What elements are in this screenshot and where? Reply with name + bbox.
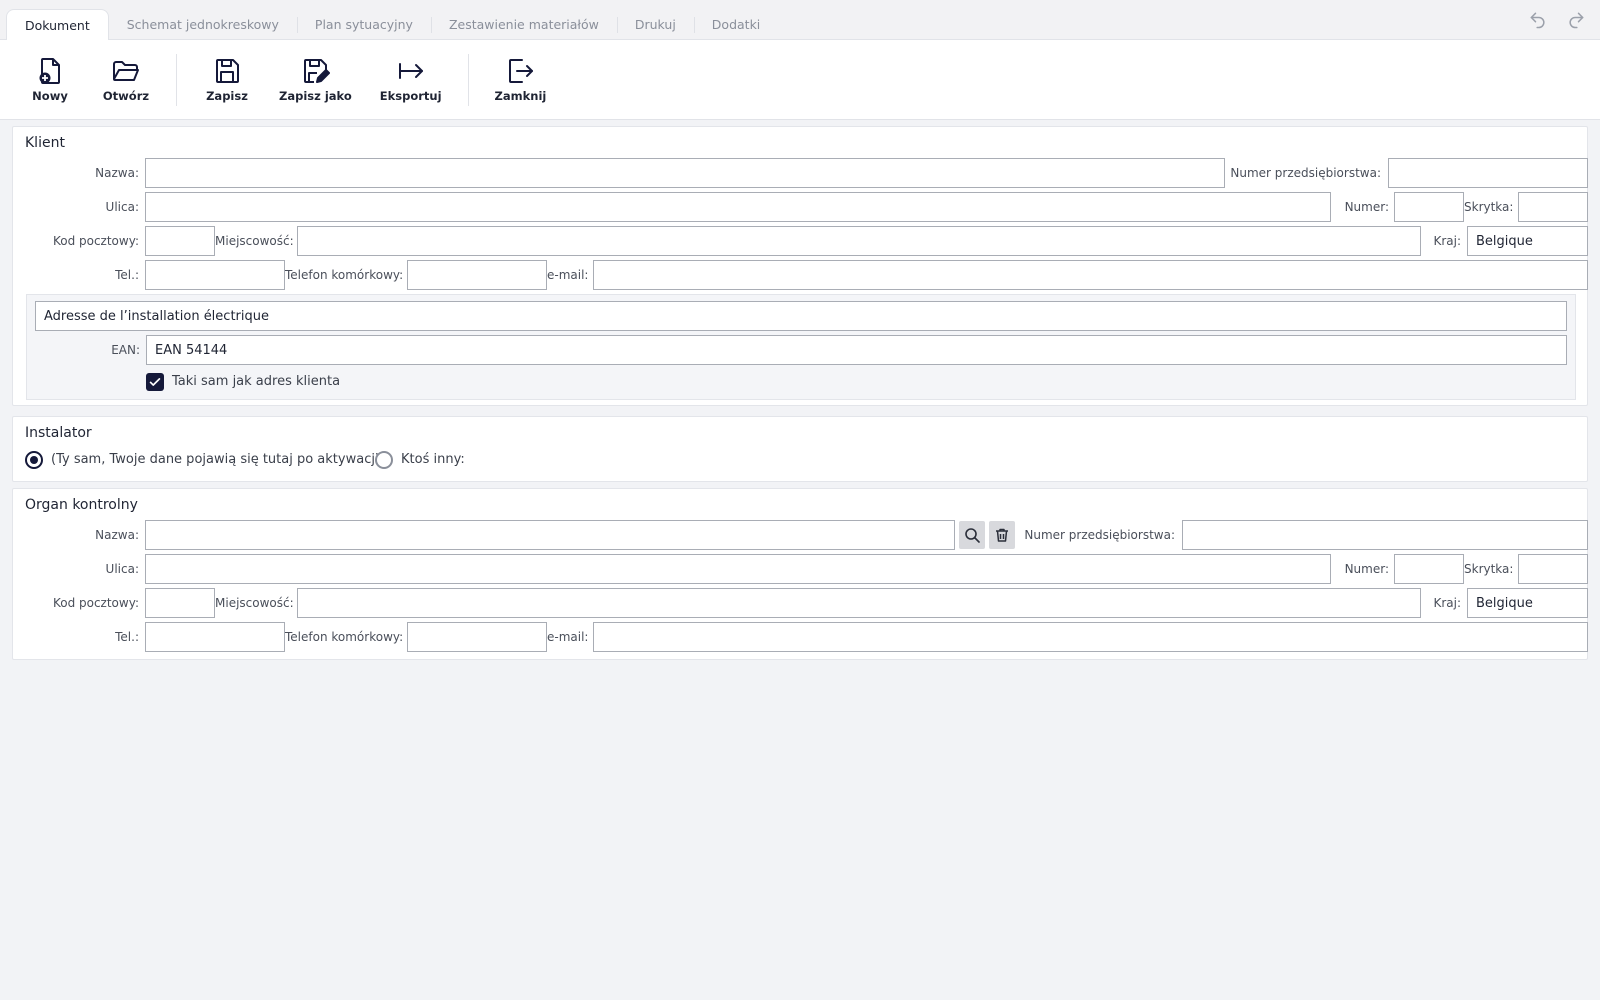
- toolbar-divider: [176, 53, 177, 106]
- toolbar: Nowy Otwórz Zapisz Zapisz jako Eksportuj…: [0, 40, 1600, 120]
- client-company-number-input[interactable]: [1388, 158, 1588, 188]
- export-button[interactable]: Eksportuj: [372, 48, 450, 112]
- tab-schemat-jednokreskowy[interactable]: Schemat jednokreskowy: [109, 9, 297, 39]
- organ-postal-label: Kod pocztowy:: [52, 596, 139, 610]
- organ-city-input[interactable]: [297, 588, 1421, 618]
- client-city-label: Miejscowość:: [215, 234, 294, 248]
- organ-country-label: Kraj:: [1433, 596, 1461, 610]
- exit-icon: [509, 59, 534, 83]
- client-name-input[interactable]: [145, 158, 1225, 188]
- trash-icon: [996, 528, 1008, 542]
- close-button-label: Zamknij: [494, 89, 547, 103]
- installer-self-label[interactable]: (Ty sam, Twoje dane pojawią się tutaj po…: [51, 451, 384, 469]
- client-street-input[interactable]: [145, 192, 1331, 222]
- installer-section-title: Instalator: [25, 425, 92, 441]
- client-postal-label: Kod pocztowy:: [52, 234, 139, 248]
- client-country-label: Kraj:: [1433, 234, 1461, 248]
- client-country-input[interactable]: [1467, 226, 1588, 256]
- save-button[interactable]: Zapisz: [195, 48, 259, 112]
- undo-icon[interactable]: [1528, 10, 1548, 34]
- export-icon: [398, 63, 423, 79]
- folder-open-icon: [113, 61, 139, 81]
- same-as-client-label[interactable]: Taki sam jak adres klienta: [172, 373, 340, 391]
- tab-dodatki[interactable]: Dodatki: [693, 9, 778, 39]
- close-button[interactable]: Zamknij: [487, 48, 555, 112]
- client-mobile-label: Telefon komórkowy:: [285, 268, 404, 282]
- installer-self-radio[interactable]: [25, 451, 43, 469]
- save-as-button-label: Zapisz jako: [279, 89, 352, 103]
- tab-dokument[interactable]: Dokument: [6, 9, 109, 40]
- toolbar-divider: [467, 53, 469, 106]
- organ-company-number-input[interactable]: [1182, 520, 1588, 550]
- open-button[interactable]: Otwórz: [94, 48, 158, 112]
- export-button-label: Eksportuj: [379, 89, 442, 103]
- organ-box-label: Skrytka:: [1464, 562, 1514, 576]
- client-panel: Klient Nazwa: Numer przedsiębiorstwa: Ul…: [12, 126, 1588, 406]
- organ-number-label: Numer:: [1344, 562, 1389, 576]
- save-as-icon: [304, 59, 331, 83]
- checkmark-icon: [149, 378, 161, 386]
- client-tel-input[interactable]: [145, 260, 285, 290]
- delete-button[interactable]: [989, 521, 1015, 549]
- organ-city-label: Miejscowość:: [215, 596, 294, 610]
- organ-mobile-input[interactable]: [407, 622, 547, 652]
- client-section-title: Klient: [25, 135, 65, 151]
- organ-postal-input[interactable]: [145, 588, 215, 618]
- open-button-label: Otwórz: [102, 89, 150, 103]
- organ-tel-label: Tel.:: [115, 630, 139, 644]
- organ-box-input[interactable]: [1518, 554, 1588, 584]
- installation-address-subpanel: EAN: Taki sam jak adres klienta: [26, 294, 1576, 400]
- organ-name-label: Nazwa:: [95, 528, 139, 542]
- search-icon: [965, 528, 980, 543]
- client-city-input[interactable]: [297, 226, 1421, 256]
- organ-email-input[interactable]: [593, 622, 1588, 652]
- tab-plan-sytuacyjny[interactable]: Plan sytuacyjny: [296, 9, 431, 39]
- organ-company-number-label: Numer przedsiębiorstwa:: [1024, 528, 1175, 542]
- client-email-input[interactable]: [593, 260, 1588, 290]
- search-button[interactable]: [959, 521, 985, 549]
- tab-drukuj[interactable]: Drukuj: [616, 9, 694, 39]
- client-box-input[interactable]: [1518, 192, 1588, 222]
- client-company-number-label: Numer przedsiębiorstwa:: [1230, 166, 1381, 180]
- installation-address-input[interactable]: [35, 301, 1567, 331]
- tab-zestawienie-materialow[interactable]: Zestawienie materiałów: [430, 9, 617, 39]
- organ-name-input[interactable]: [145, 520, 955, 550]
- inspection-section-title: Organ kontrolny: [25, 497, 138, 513]
- client-box-label: Skrytka:: [1464, 200, 1514, 214]
- new-button[interactable]: Nowy: [18, 48, 82, 112]
- organ-tel-input[interactable]: [145, 622, 285, 652]
- installer-panel: Instalator (Ty sam, Twoje dane pojawią s…: [12, 416, 1588, 482]
- client-number-input[interactable]: [1394, 192, 1464, 222]
- ean-input[interactable]: [146, 335, 1567, 365]
- client-name-label: Nazwa:: [95, 166, 139, 180]
- client-tel-label: Tel.:: [115, 268, 139, 282]
- redo-icon[interactable]: [1566, 10, 1586, 34]
- save-as-button[interactable]: Zapisz jako: [271, 48, 360, 112]
- organ-number-input[interactable]: [1394, 554, 1464, 584]
- inspection-body-panel: Organ kontrolny Nazwa: Numer przedsiębio…: [12, 488, 1588, 660]
- client-postal-input[interactable]: [145, 226, 215, 256]
- organ-email-label: e-mail:: [547, 630, 589, 644]
- organ-street-input[interactable]: [145, 554, 1331, 584]
- organ-country-input[interactable]: [1467, 588, 1588, 618]
- same-as-client-checkbox[interactable]: [146, 373, 164, 391]
- organ-mobile-label: Telefon komórkowy:: [285, 630, 404, 644]
- client-mobile-input[interactable]: [407, 260, 547, 290]
- client-number-label: Numer:: [1344, 200, 1389, 214]
- new-document-icon: [39, 58, 60, 84]
- client-street-label: Ulica:: [105, 200, 139, 214]
- installer-other-label[interactable]: Ktoś inny:: [401, 451, 465, 469]
- save-icon: [216, 59, 239, 83]
- save-button-label: Zapisz: [206, 89, 248, 103]
- organ-street-label: Ulica:: [105, 562, 139, 576]
- ean-label: EAN:: [111, 343, 140, 357]
- installer-other-radio[interactable]: [375, 451, 393, 469]
- tab-bar: Dokument Schemat jednokreskowy Plan sytu…: [0, 0, 1600, 40]
- client-email-label: e-mail:: [547, 268, 589, 282]
- new-button-label: Nowy: [32, 89, 68, 103]
